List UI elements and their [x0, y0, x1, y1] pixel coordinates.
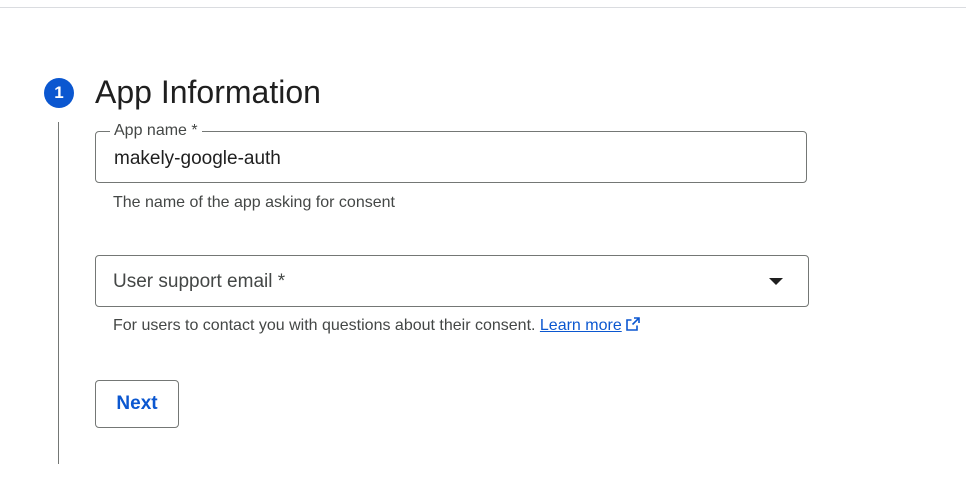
app-name-label: App name * — [110, 121, 202, 141]
learn-more-label[interactable]: Learn more — [540, 317, 622, 334]
next-button[interactable]: Next — [95, 380, 179, 428]
consent-screen-page: 1 App Information App name * makely-goog… — [0, 0, 966, 489]
user-support-email-select[interactable]: User support email * — [95, 255, 809, 307]
step-connector-line — [58, 122, 59, 464]
user-support-email-hint-text: For users to contact you with questions … — [113, 317, 536, 334]
step-number-badge: 1 — [44, 78, 74, 108]
step-title: App Information — [95, 74, 321, 110]
app-name-hint: The name of the app asking for consent — [113, 194, 395, 211]
open-in-new-icon[interactable] — [625, 316, 641, 332]
top-divider — [0, 7, 966, 8]
app-name-field[interactable]: App name * makely-google-auth — [95, 121, 807, 183]
learn-more-link[interactable]: Learn more — [540, 317, 641, 334]
user-support-email-placeholder: User support email * — [113, 271, 286, 292]
chevron-down-icon[interactable] — [769, 278, 783, 285]
app-name-value[interactable]: makely-google-auth — [114, 147, 281, 171]
user-support-email-hint: For users to contact you with questions … — [113, 316, 641, 336]
